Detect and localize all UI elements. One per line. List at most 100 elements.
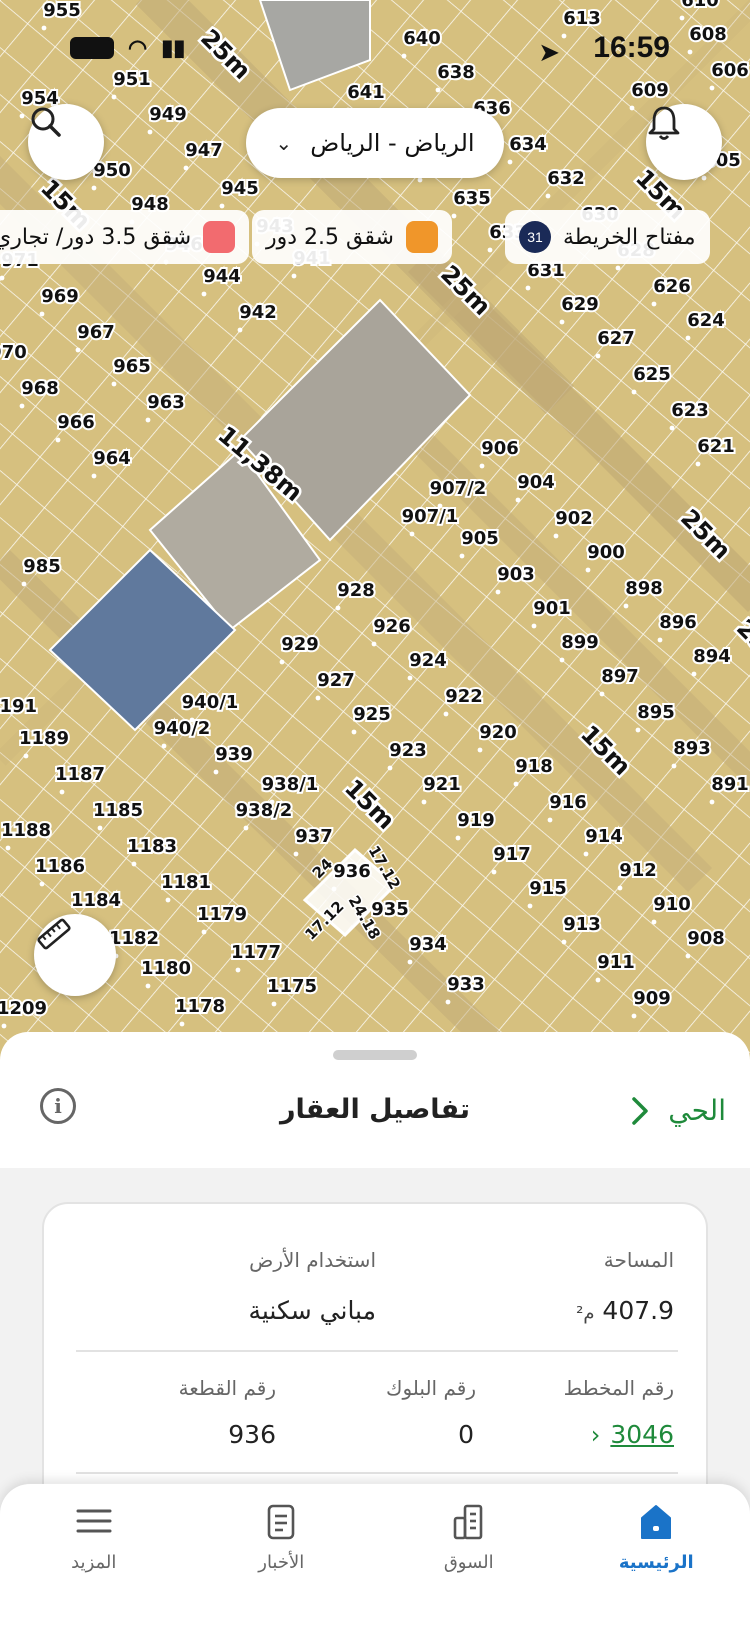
nav-market[interactable]: السوق bbox=[375, 1498, 563, 1628]
parcel-dot bbox=[5, 845, 11, 851]
parcel-dot bbox=[701, 175, 707, 181]
parcel-label: 901 bbox=[533, 598, 571, 619]
parcel-label: 936 bbox=[333, 861, 371, 882]
parcel-dot bbox=[331, 886, 337, 892]
parcel-dot bbox=[631, 389, 637, 395]
location-arrow-icon: ➤ bbox=[538, 38, 560, 68]
measure-button[interactable] bbox=[34, 914, 116, 996]
parcel-label: 923 bbox=[389, 740, 427, 761]
parcel-label: 908 bbox=[687, 928, 725, 949]
parcel-dot bbox=[201, 929, 207, 935]
parcel-dot bbox=[545, 193, 551, 199]
parcel-label: 629 bbox=[561, 294, 599, 315]
parcel-dot bbox=[595, 353, 601, 359]
parcel-dot bbox=[213, 769, 219, 775]
parcel-label: 966 bbox=[57, 412, 95, 433]
parcel-dot bbox=[477, 747, 483, 753]
parcel-dot bbox=[279, 659, 285, 665]
parcel-dot bbox=[407, 959, 413, 965]
parcel-dot bbox=[525, 285, 531, 291]
parcel-label: 965 bbox=[113, 356, 151, 377]
legend-count-badge: 31 bbox=[519, 221, 551, 253]
parcel-dot bbox=[679, 15, 685, 21]
parcel-dot bbox=[271, 1001, 277, 1007]
parcel-dot bbox=[39, 311, 45, 317]
parcel-dot bbox=[243, 825, 249, 831]
parcel-dot bbox=[97, 825, 103, 831]
parcel-dot bbox=[527, 903, 533, 909]
parcel-label: 933 bbox=[447, 974, 485, 995]
parcel-dot bbox=[335, 605, 341, 611]
parcel-label: 940/2 bbox=[154, 718, 211, 739]
parcel-label: 907/1 bbox=[402, 506, 459, 527]
parcel-dot bbox=[615, 265, 621, 271]
wifi-icon: ◠ bbox=[128, 35, 148, 60]
bottom-navigation: الرئيسية السوق الأخبار المزيد bbox=[0, 1484, 750, 1628]
parcel-dot bbox=[401, 53, 407, 59]
status-bar-icons: ◠ ▮▮ bbox=[70, 26, 185, 70]
nav-home-label: الرئيسية bbox=[618, 1552, 694, 1573]
neighborhood-link[interactable]: الحي bbox=[630, 1094, 726, 1127]
parcel-label: 967 bbox=[77, 322, 115, 343]
land-use-value: مباني سكنية bbox=[248, 1296, 376, 1325]
parcel-label: 945 bbox=[221, 178, 259, 199]
parcel-label: 963 bbox=[147, 392, 185, 413]
parcel-label: 903 bbox=[497, 564, 535, 585]
search-button[interactable] bbox=[28, 104, 104, 180]
parcel-dot bbox=[515, 497, 521, 503]
sheet-drag-handle[interactable] bbox=[333, 1050, 417, 1060]
plan-number-value: 3046 bbox=[610, 1420, 674, 1449]
notifications-button[interactable] bbox=[646, 104, 722, 180]
news-document-icon bbox=[257, 1498, 305, 1544]
parcel-label: 897 bbox=[601, 666, 639, 687]
parcel-dot bbox=[657, 637, 663, 643]
parcel-dot bbox=[179, 1021, 185, 1027]
parcel-dot bbox=[39, 881, 45, 887]
parcel-label: 902 bbox=[555, 508, 593, 529]
parcel-dot bbox=[479, 463, 485, 469]
parcel-dot bbox=[145, 983, 151, 989]
chevron-left-icon: ‹ bbox=[590, 1420, 601, 1449]
parcel-label: 922 bbox=[445, 686, 483, 707]
parcel-dot bbox=[629, 105, 635, 111]
parcel-label: 608 bbox=[689, 24, 727, 45]
signal-icon: ▮▮ bbox=[161, 35, 186, 60]
nav-home[interactable]: الرئيسية bbox=[563, 1498, 750, 1628]
map-view[interactable]: 9559519549499529479509459489469439419449… bbox=[0, 0, 750, 1080]
card-divider bbox=[76, 1472, 678, 1474]
parcel-label: 1177 bbox=[231, 942, 281, 963]
parcel-label: 907/2 bbox=[430, 478, 487, 499]
parcel-label: 917 bbox=[493, 844, 531, 865]
map-legend-toggle[interactable]: مفتاح الخريطة 31 bbox=[505, 210, 710, 264]
parcel-dot bbox=[709, 799, 715, 805]
parcel-dot bbox=[55, 437, 61, 443]
parcel-dot bbox=[651, 301, 657, 307]
parcel-dot bbox=[161, 743, 167, 749]
sheet-header: تفاصيل العقار الحي i bbox=[0, 1072, 750, 1158]
legend-item-label: شقق 3.5 دور/ تجاري bbox=[0, 224, 192, 250]
parcel-label: 635 bbox=[453, 188, 491, 209]
parcel-label: 937 bbox=[295, 826, 333, 847]
parcel-label: 970 bbox=[0, 342, 27, 363]
parcel-dot bbox=[201, 291, 207, 297]
legend-item-apartments-3-5-commercial[interactable]: شقق 3.5 دور/ تجاري bbox=[0, 210, 250, 264]
property-info-card: المساحة 407.9 م² استخدام الأرض مباني سكن… bbox=[42, 1202, 708, 1522]
city-selector[interactable]: الرياض - الرياض ⌄ bbox=[246, 108, 504, 178]
parcel-dot bbox=[407, 675, 413, 681]
parcel-dot bbox=[669, 425, 675, 431]
parcel-label: 942 bbox=[239, 302, 277, 323]
nav-more[interactable]: المزيد bbox=[0, 1498, 188, 1628]
parcel-dot bbox=[41, 25, 47, 31]
info-icon[interactable]: i bbox=[40, 1088, 76, 1124]
parcel-label: 621 bbox=[697, 436, 735, 457]
nav-news[interactable]: الأخبار bbox=[188, 1498, 376, 1628]
parcel-label: 938/1 bbox=[262, 774, 319, 795]
parcel-label: 625 bbox=[633, 364, 671, 385]
parcel-dot bbox=[585, 567, 591, 573]
parcel-label: 627 bbox=[597, 328, 635, 349]
parcel-dot bbox=[219, 203, 225, 209]
parcel-label: 913 bbox=[563, 914, 601, 935]
plan-number-link[interactable]: 3046 ‹ bbox=[591, 1420, 674, 1449]
parcel-label: 1188 bbox=[1, 820, 51, 841]
legend-item-apartments-2-5[interactable]: شقق 2.5 دور bbox=[252, 210, 452, 264]
